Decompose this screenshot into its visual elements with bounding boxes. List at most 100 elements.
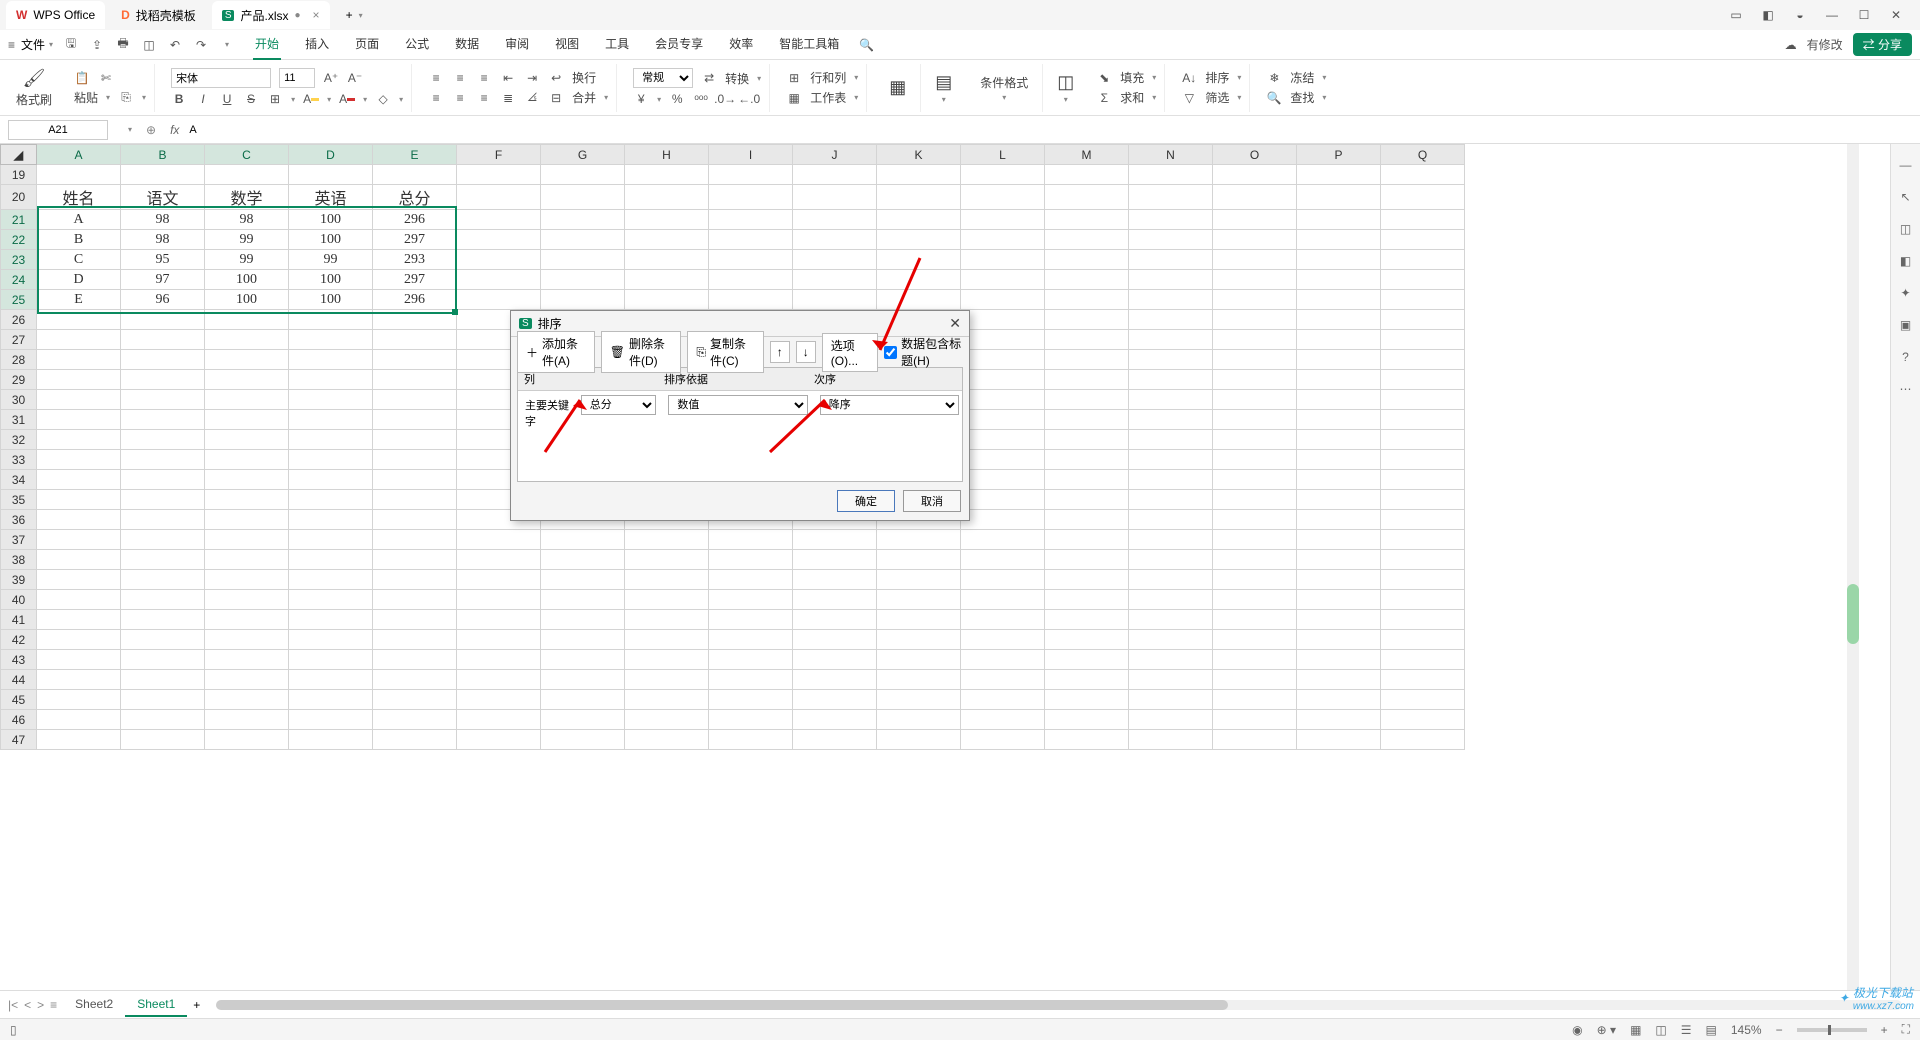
cell[interactable] (709, 270, 793, 290)
cell[interactable]: 95 (121, 250, 205, 270)
col-header[interactable]: A (37, 145, 121, 165)
cell[interactable] (289, 670, 373, 690)
more-icon[interactable]: ⋯ (1900, 382, 1912, 396)
cell[interactable] (37, 510, 121, 530)
cell[interactable] (625, 670, 709, 690)
cell[interactable] (457, 250, 541, 270)
cell[interactable] (1129, 570, 1213, 590)
cell[interactable] (1045, 490, 1129, 510)
worksheet-icon[interactable]: ▦ (786, 90, 802, 106)
cell[interactable] (1213, 710, 1297, 730)
cell[interactable] (1129, 530, 1213, 550)
cell[interactable] (205, 570, 289, 590)
cell-style-button[interactable]: ◫▾ (1051, 72, 1080, 104)
move-down-button[interactable]: ↓ (796, 341, 816, 363)
cell[interactable] (1213, 450, 1297, 470)
cell[interactable] (1129, 210, 1213, 230)
cell[interactable]: 100 (289, 270, 373, 290)
row-header[interactable]: 35 (1, 490, 37, 510)
cell[interactable] (121, 610, 205, 630)
cell[interactable] (457, 290, 541, 310)
cell[interactable] (1129, 490, 1213, 510)
cell[interactable]: 语文 (121, 185, 205, 210)
cell[interactable] (961, 630, 1045, 650)
zoom-in-icon[interactable]: + (1881, 1023, 1888, 1037)
cell[interactable] (1129, 450, 1213, 470)
cell[interactable] (793, 290, 877, 310)
cell[interactable] (289, 510, 373, 530)
cell[interactable] (1213, 730, 1297, 750)
col-header[interactable]: G (541, 145, 625, 165)
zoom-slider[interactable] (1797, 1028, 1867, 1032)
cell[interactable] (961, 230, 1045, 250)
row-header[interactable]: 45 (1, 690, 37, 710)
cell[interactable] (373, 490, 457, 510)
cell[interactable] (961, 490, 1045, 510)
cell[interactable] (1297, 650, 1381, 670)
cell[interactable] (121, 450, 205, 470)
minimize-button[interactable]: — (1822, 8, 1842, 22)
cell[interactable] (289, 410, 373, 430)
select-all-corner[interactable]: ◢ (1, 145, 37, 165)
cell[interactable] (1381, 390, 1465, 410)
cell[interactable] (37, 350, 121, 370)
cell[interactable] (1045, 310, 1129, 330)
cell[interactable] (121, 350, 205, 370)
close-dialog-button[interactable]: ✕ (949, 315, 961, 332)
col-header[interactable]: J (793, 145, 877, 165)
cell[interactable]: 297 (373, 230, 457, 250)
cell[interactable] (709, 530, 793, 550)
cell[interactable] (1129, 470, 1213, 490)
cell[interactable] (961, 350, 1045, 370)
cell[interactable] (541, 710, 625, 730)
cell[interactable] (1381, 510, 1465, 530)
cell[interactable] (1045, 350, 1129, 370)
row-header[interactable]: 40 (1, 590, 37, 610)
cell[interactable] (625, 270, 709, 290)
cell[interactable] (289, 590, 373, 610)
underline-button[interactable]: U (219, 91, 235, 107)
view-normal-icon[interactable]: ▦ (1630, 1023, 1641, 1037)
cell[interactable] (1297, 630, 1381, 650)
cell[interactable] (1297, 570, 1381, 590)
cell[interactable] (373, 410, 457, 430)
cell[interactable] (1129, 410, 1213, 430)
cell[interactable] (1129, 610, 1213, 630)
fill-label[interactable]: 填充 (1120, 69, 1144, 86)
select-icon[interactable]: ↖ (1900, 190, 1910, 204)
cell[interactable] (1213, 430, 1297, 450)
cell[interactable]: 297 (373, 270, 457, 290)
add-sheet-button[interactable]: + (193, 998, 200, 1012)
cell[interactable] (121, 570, 205, 590)
cell[interactable] (205, 670, 289, 690)
cell[interactable] (457, 530, 541, 550)
cell[interactable]: 总分 (373, 185, 457, 210)
cell[interactable] (793, 270, 877, 290)
cell[interactable] (793, 590, 877, 610)
convert-icon[interactable]: ⇄ (701, 70, 717, 86)
cell[interactable] (1045, 470, 1129, 490)
cell[interactable] (1045, 330, 1129, 350)
prev-sheet-icon[interactable]: < (24, 998, 31, 1012)
cell[interactable] (961, 670, 1045, 690)
cell[interactable] (1381, 185, 1465, 210)
cell[interactable] (709, 185, 793, 210)
cell[interactable] (1129, 690, 1213, 710)
cell[interactable] (1297, 470, 1381, 490)
cell[interactable] (1297, 270, 1381, 290)
row-header[interactable]: 32 (1, 430, 37, 450)
cell[interactable] (373, 390, 457, 410)
cell[interactable] (541, 570, 625, 590)
cell[interactable] (877, 650, 961, 670)
redo-icon[interactable]: ↷ (193, 38, 209, 52)
minus-icon[interactable]: — (1900, 158, 1912, 172)
cell[interactable] (1213, 350, 1297, 370)
cell[interactable] (877, 710, 961, 730)
currency-icon[interactable]: ¥ (633, 91, 649, 107)
cell[interactable] (1381, 290, 1465, 310)
cell[interactable] (1297, 185, 1381, 210)
record-icon[interactable]: ▯ (10, 1023, 17, 1037)
cell[interactable] (37, 690, 121, 710)
border-icon[interactable]: ⊞ (267, 91, 283, 107)
cell[interactable] (793, 730, 877, 750)
